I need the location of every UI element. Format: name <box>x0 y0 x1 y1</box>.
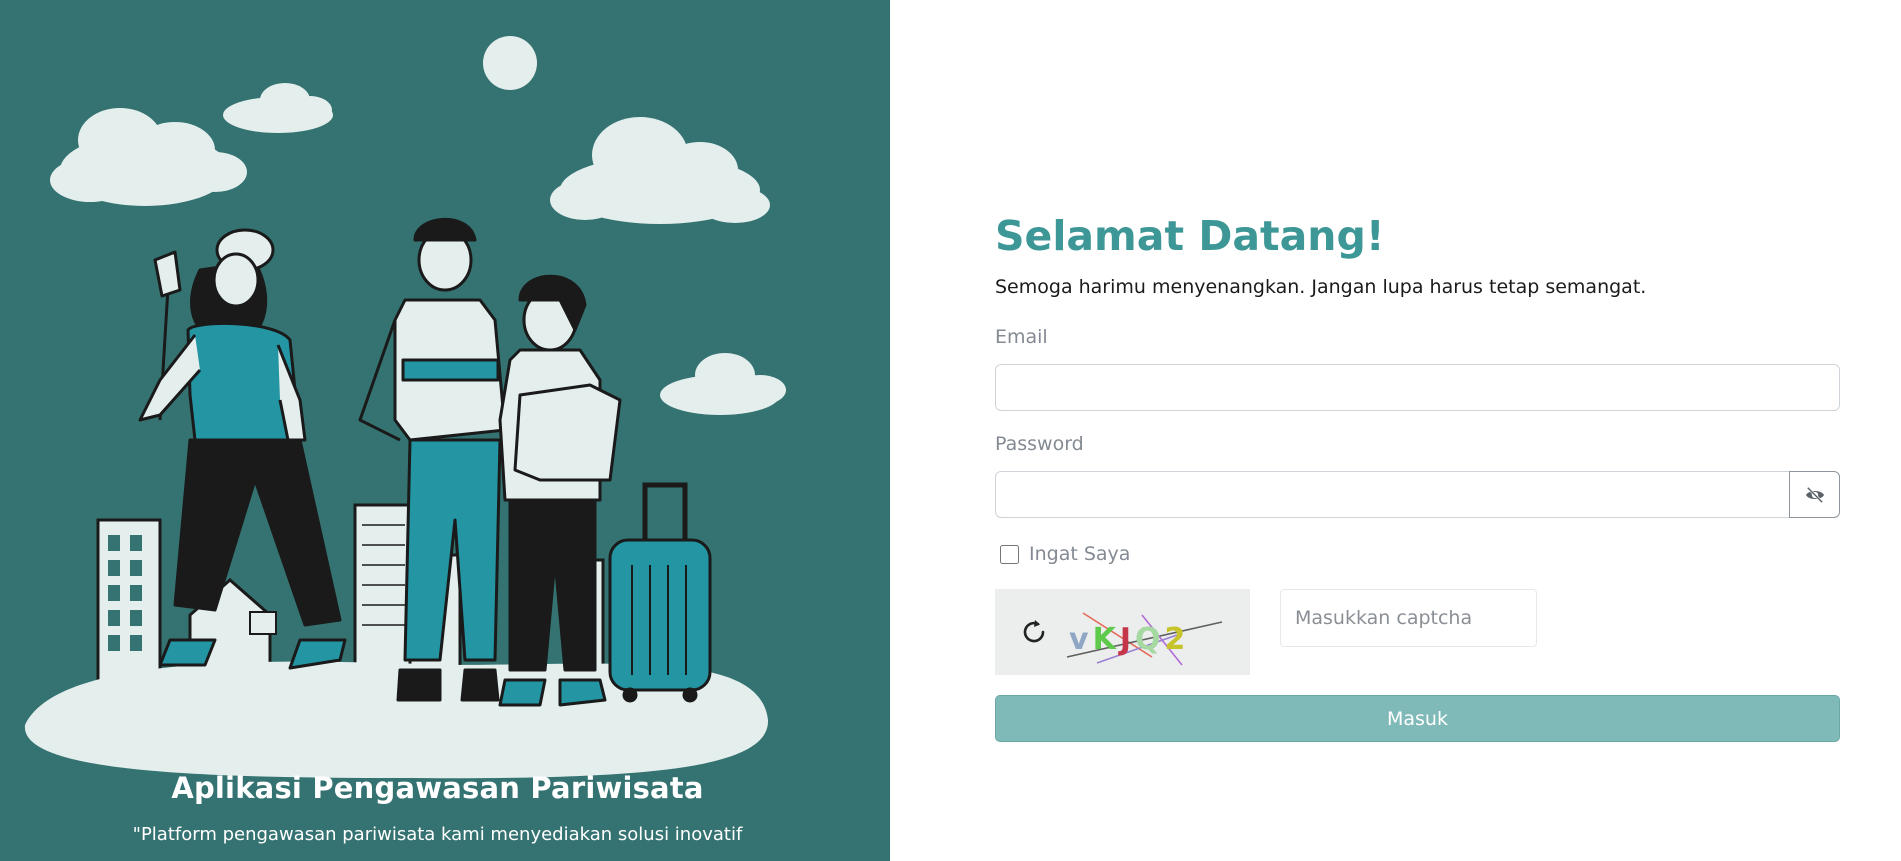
password-field[interactable] <box>995 471 1790 518</box>
welcome-heading: Selamat Datang! <box>995 212 1385 260</box>
cloud-shape <box>223 83 333 133</box>
eye-slash-icon <box>1805 486 1824 503</box>
app-tagline: "Platform pengawasan pariwisata kami men… <box>132 824 743 845</box>
captcha-input[interactable] <box>1280 589 1537 647</box>
remember-me-checkbox[interactable] <box>1000 544 1019 564</box>
captcha-text-image: vKJQ2 <box>1066 612 1223 666</box>
tourists-illustration <box>24 36 786 779</box>
app-title: Aplikasi Pengawasan Pariwisata <box>171 771 704 805</box>
cloud-shape <box>50 108 247 206</box>
remember-me-row: Ingat Saya <box>1000 543 1130 565</box>
cloud-shape <box>660 353 786 415</box>
refresh-icon <box>1023 620 1045 643</box>
branding-panel: Aplikasi Pengawasan Pariwisata "Platform… <box>0 0 890 861</box>
email-label: Email <box>995 326 1048 348</box>
suitcase-shape <box>608 482 712 703</box>
password-label: Password <box>995 433 1084 455</box>
login-submit-button[interactable]: Masuk <box>995 695 1840 742</box>
email-field[interactable] <box>995 364 1840 411</box>
captcha-refresh-button[interactable] <box>1011 609 1057 655</box>
captcha-image: vKJQ2 <box>995 589 1250 675</box>
toggle-password-button[interactable] <box>1789 471 1840 518</box>
svg-text:vKJQ2: vKJQ2 <box>1069 622 1185 657</box>
welcome-subtitle: Semoga harimu menyenangkan. Jangan lupa … <box>995 276 1647 298</box>
sun-shape <box>483 36 537 90</box>
cloud-shape <box>550 117 770 224</box>
remember-me-label: Ingat Saya <box>1029 543 1131 565</box>
